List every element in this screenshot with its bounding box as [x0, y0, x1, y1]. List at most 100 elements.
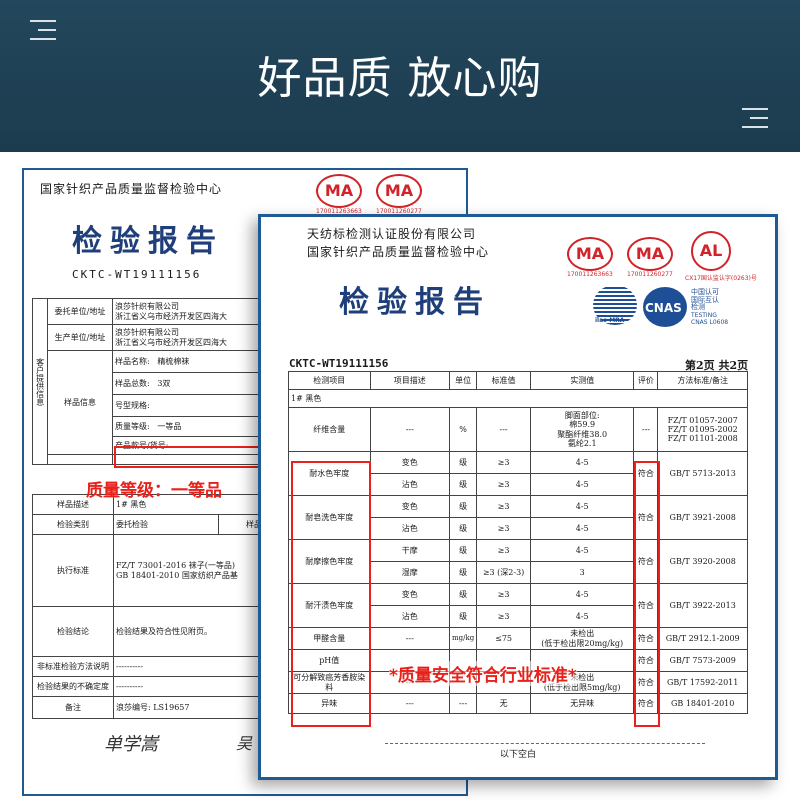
cell: 4-5: [529, 473, 635, 496]
items-highlight-box: [291, 461, 371, 727]
cell: mg/kg: [448, 627, 478, 650]
menu-icon[interactable]: [30, 20, 56, 40]
ma-seal-icon: MA: [567, 237, 613, 271]
sample-row: 1# 黑色: [288, 389, 748, 408]
cell: GB/T 3922-2013: [657, 583, 748, 628]
cell: GB/T 7573-2009: [657, 649, 748, 672]
cell: ---: [448, 693, 478, 714]
ilac-label: ilac-MRA: [595, 317, 625, 324]
back-report-table: 客户提供信息 委托单位/地址 浪莎针织有限公司 浙江省义乌市经济开发区四海大 生产…: [32, 298, 260, 465]
sample-grade: 质量等级: 一等品: [112, 416, 260, 437]
maker-value: 浪莎针织有限公司 浙江省义乌市经济开发区四海大: [112, 324, 260, 351]
cell: 3: [529, 561, 635, 584]
cell: 湿摩: [369, 561, 450, 584]
nonstd-label: 非标准检验方法说明: [32, 656, 114, 677]
blank-divider: [385, 743, 705, 744]
cell: ≤75: [476, 627, 531, 650]
ma-number: 170011260277: [627, 271, 673, 278]
table-header-row: 检测项目 项目描述 单位 标准值 实测值 评价 方法标准/备注: [288, 371, 748, 390]
grade-highlight-box: [114, 446, 262, 468]
cell: 变色: [369, 451, 450, 474]
cell: ---: [476, 407, 531, 452]
type-label: 检验类别: [32, 514, 114, 535]
sample-model: 号型规格:: [112, 394, 260, 417]
cell: 级: [448, 561, 478, 584]
cell: 4-5: [529, 517, 635, 540]
cell: 级: [448, 583, 478, 606]
cell: 脚面部位: 棉59.9 聚酯纤维38.0 氨纶2.1: [529, 407, 635, 452]
cell: 级: [448, 495, 478, 518]
header-cell: 标准值: [476, 371, 531, 390]
cell: ---: [369, 627, 450, 650]
cell: GB/T 5713-2013: [657, 451, 748, 496]
cell: 纤维含量: [288, 407, 371, 452]
cell: 沾色: [369, 473, 450, 496]
cell: ---: [633, 407, 659, 452]
cell: ≥3: [476, 539, 531, 562]
cell: ≥3: [476, 473, 531, 496]
cell: 无异味: [529, 693, 635, 714]
ma-seal-icon: MA: [627, 237, 673, 271]
cell: GB 18401-2010: [657, 693, 748, 714]
back-report-code: CKTC-WT19111156: [72, 268, 202, 281]
ma-seal-icon: MA: [376, 174, 422, 208]
std-label: 执行标准: [32, 534, 114, 607]
cell: 4-5: [529, 539, 635, 562]
cell: ≥3: [476, 451, 531, 474]
cell: 4-5: [529, 451, 635, 474]
remark-label: 备注: [32, 696, 114, 719]
cell: 沾色: [369, 605, 450, 628]
header-cell: 实测值: [529, 371, 635, 390]
cell: 级: [448, 605, 478, 628]
cell: 未检出 (低于检出限20mg/kg): [529, 627, 635, 650]
grade-annotation: 质量等级：一等品: [86, 481, 222, 501]
front-report-title: 检验报告: [339, 285, 491, 320]
blank-note: 以下空白: [499, 750, 536, 760]
type-value: 委托检验: [113, 514, 219, 535]
page-title: 好品质 放心购: [257, 53, 543, 104]
signature: 吴: [236, 734, 253, 753]
table-row: 纤维含量 --- % --- 脚面部位: 棉59.9 聚酯纤维38.0 氨纶2.…: [288, 407, 748, 452]
eval-highlight-box: [634, 461, 660, 727]
cell: ≥3: [476, 583, 531, 606]
cell: 级: [448, 539, 478, 562]
cell: GB/T 3920-2008: [657, 539, 748, 584]
header-cell: 项目描述: [369, 371, 450, 390]
header-cell: 方法标准/备注: [657, 371, 748, 390]
cnas-en: TESTING CNAS L0608: [691, 312, 729, 326]
cell: GB/T 3921-2008: [657, 495, 748, 540]
front-report-org: 天纺标检测认证股份有限公司: [307, 227, 477, 241]
info-label: 样品信息: [47, 350, 113, 455]
back-report-org: 国家针织产品质量监督检验中心: [40, 182, 223, 196]
safety-annotation: *质量安全符合行业标准*: [389, 661, 577, 686]
cell: 变色: [369, 583, 450, 606]
cell: ≥3 (深2-3): [476, 561, 531, 584]
maker-label: 生产单位/地址: [47, 324, 113, 351]
cell: 级: [448, 517, 478, 540]
cell: %: [448, 407, 478, 452]
header-banner: 好品质 放心购: [0, 0, 800, 152]
back-report-title: 检验报告: [72, 224, 224, 259]
menu-icon[interactable]: [742, 108, 768, 128]
cell: ---: [369, 693, 450, 714]
cell: 4-5: [529, 583, 635, 606]
sample-name: 样品名称: 精梳棉袜: [112, 350, 260, 373]
cal-seal-icon: AL: [691, 231, 731, 271]
uncert-label: 检验结果的不确定度: [32, 676, 114, 697]
cell: GB/T 2912.1-2009: [657, 627, 748, 650]
header-cell: 单位: [448, 371, 478, 390]
cnas-logo-text: CNAS: [645, 301, 682, 315]
cell: 无: [476, 693, 531, 714]
cell: 4-5: [529, 605, 635, 628]
client-label: 委托单位/地址: [47, 298, 113, 325]
cell: ≥3: [476, 517, 531, 540]
ma-seal-icon: MA: [316, 174, 362, 208]
header-cell: 检测项目: [288, 371, 371, 390]
cell: 级: [448, 451, 478, 474]
cell: GB/T 17592-2011: [657, 671, 748, 694]
ma-number: 170011263663: [567, 271, 613, 278]
cell: 干摩: [369, 539, 450, 562]
header-cell: 评价: [633, 371, 659, 390]
cell: ≥3: [476, 495, 531, 518]
cell: 级: [448, 473, 478, 496]
